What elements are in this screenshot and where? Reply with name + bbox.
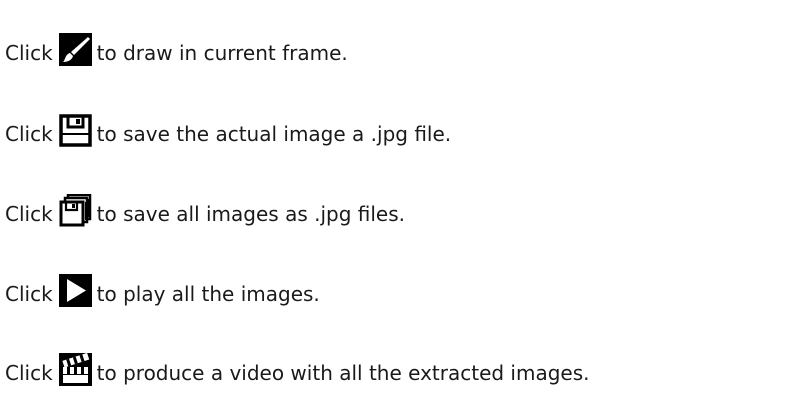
instruction-prefix: Click	[5, 202, 53, 226]
floppy-disk-icon[interactable]	[58, 114, 92, 147]
clapperboard-icon[interactable]	[58, 353, 92, 386]
instruction-prefix: Click	[5, 41, 53, 65]
instruction-text: to save the actual image a .jpg file.	[96, 122, 452, 146]
instruction-text: to draw in current frame.	[96, 41, 348, 65]
instruction-text: to save all images as .jpg files.	[96, 202, 405, 226]
instruction-play: Click to play all the images.	[5, 267, 320, 307]
instruction-save-all: Click to save all images as .jpg files.	[5, 187, 405, 227]
play-icon[interactable]	[58, 274, 92, 307]
instruction-produce-video: Click to produce a video with all the ex…	[5, 346, 590, 386]
instruction-save: Click to save the actual image a .jpg fi…	[5, 107, 451, 147]
instructions-list: Click to draw in current frame. Click to…	[0, 0, 804, 397]
instruction-prefix: Click	[5, 122, 53, 146]
multiple-floppy-disks-icon[interactable]	[59, 194, 92, 227]
instruction-text: to produce a video with all the extracte…	[96, 361, 590, 385]
instruction-prefix: Click	[5, 282, 53, 306]
brush-icon[interactable]	[58, 33, 92, 66]
instruction-draw: Click to draw in current frame.	[5, 26, 348, 66]
instruction-text: to play all the images.	[96, 282, 320, 306]
instruction-prefix: Click	[5, 361, 53, 385]
